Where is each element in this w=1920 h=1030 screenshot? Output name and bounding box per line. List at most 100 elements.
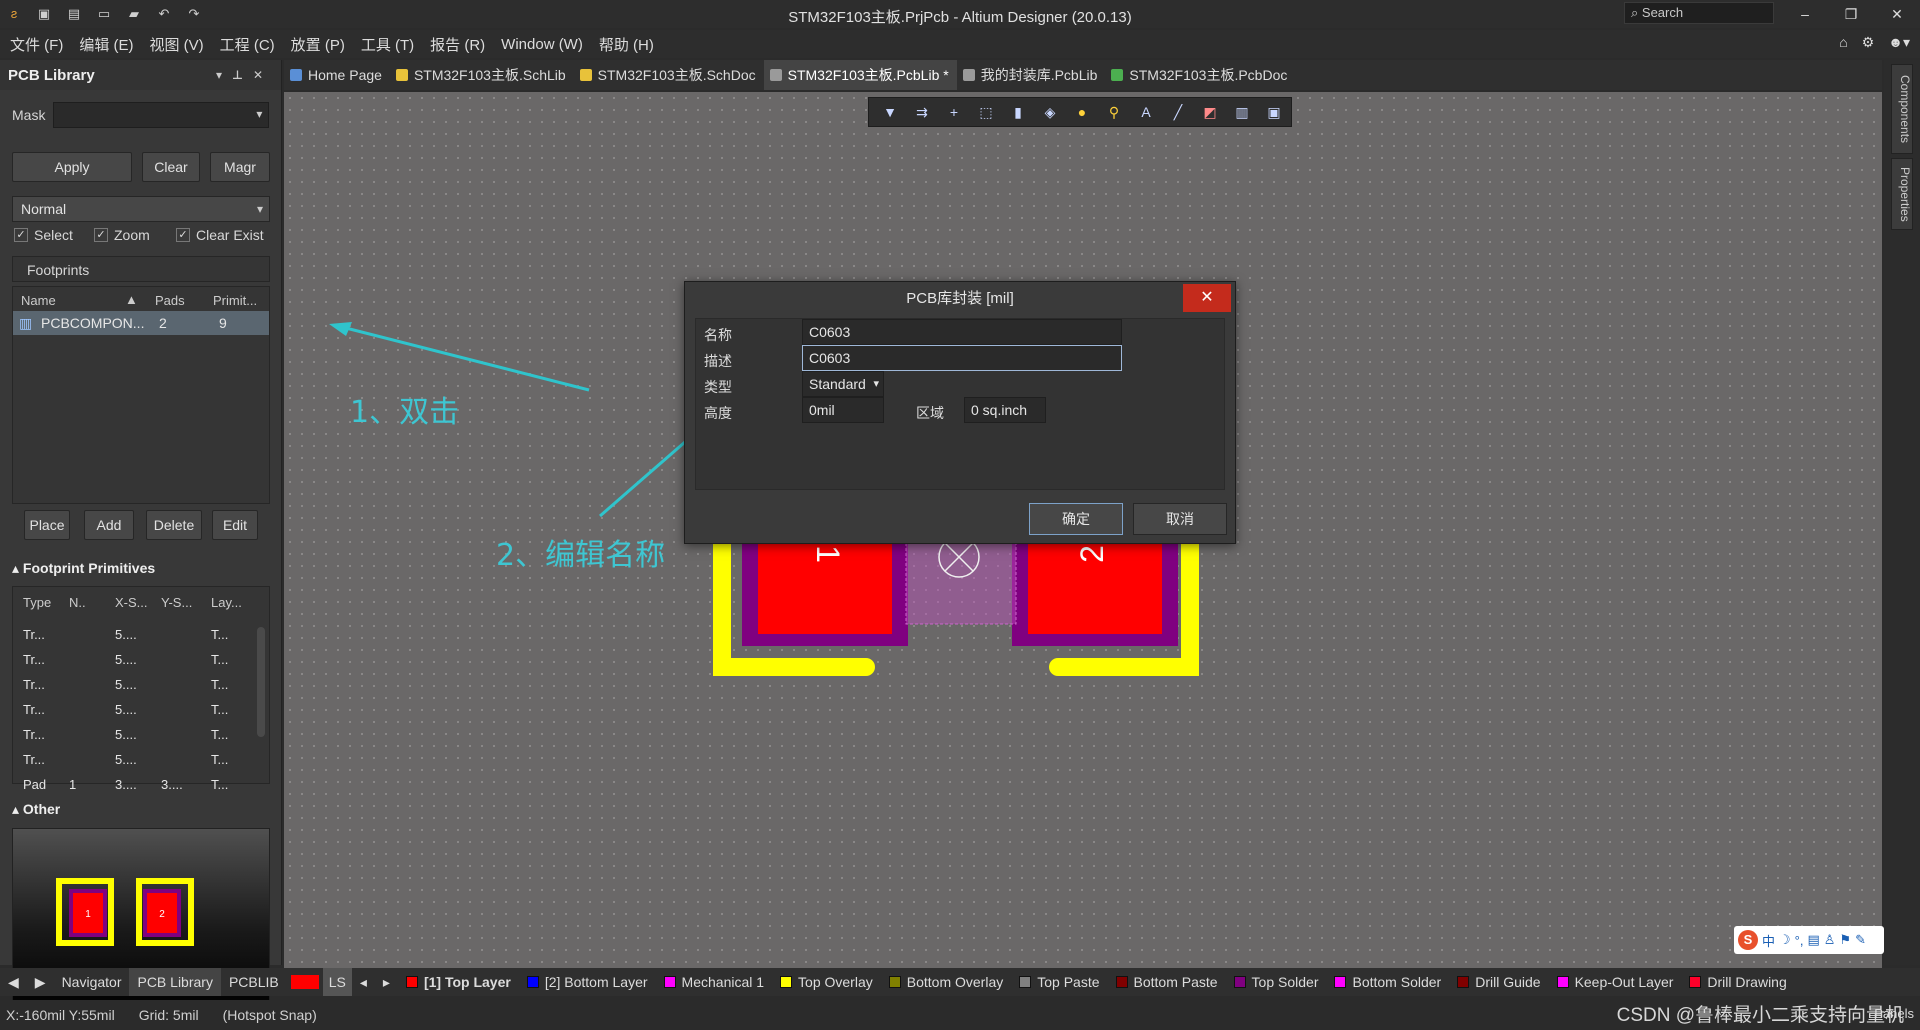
height-field[interactable]: 0mil xyxy=(802,397,884,423)
select-checkbox[interactable]: ✓ Select xyxy=(14,227,73,243)
layer-scroll-right-icon[interactable]: ▸ xyxy=(375,968,398,996)
gear-icon[interactable]: ⚙ xyxy=(1862,34,1875,51)
minimize-button[interactable]: – xyxy=(1782,0,1828,28)
cancel-button[interactable]: 取消 xyxy=(1133,503,1227,535)
punctuation-icon[interactable]: °, xyxy=(1795,933,1804,948)
delete-button[interactable]: Delete xyxy=(146,510,202,540)
save-all-icon[interactable]: ▤ xyxy=(66,6,82,22)
clear-existing-checkbox[interactable]: ✓ Clear Exist xyxy=(176,227,264,243)
ok-button[interactable]: 确定 xyxy=(1029,503,1123,535)
scroll-right-icon[interactable]: ▶ xyxy=(27,968,54,996)
apply-button[interactable]: Apply xyxy=(12,152,132,182)
description-field[interactable]: C0603 xyxy=(802,345,1122,371)
other-section-header[interactable]: ▴ Other xyxy=(12,801,60,818)
screen-icon[interactable]: ▣ xyxy=(1263,101,1285,123)
filter-icon[interactable]: ▼ xyxy=(879,101,901,123)
menu-project[interactable]: 工程 (C) xyxy=(220,34,275,55)
ime-mode-icon[interactable]: 中 xyxy=(1762,931,1775,950)
pad-icon[interactable]: ● xyxy=(1071,101,1093,123)
route-icon[interactable]: ⇉ xyxy=(911,101,933,123)
moon-icon[interactable]: ☽ xyxy=(1779,932,1791,948)
menu-help[interactable]: 帮助 (H) xyxy=(599,34,654,55)
primitives-section-header[interactable]: ▴ Footprint Primitives xyxy=(12,560,155,577)
layer-tab[interactable]: Drill Drawing xyxy=(1681,968,1794,996)
close-window-button[interactable]: ✕ xyxy=(1874,0,1920,28)
edit-button[interactable]: Edit xyxy=(212,510,258,540)
prim-col-name[interactable]: N.. xyxy=(69,595,86,610)
menu-window[interactable]: Window (W) xyxy=(501,36,583,53)
panels-button[interactable]: Panels xyxy=(1874,1006,1914,1021)
filter-mode-select[interactable]: Normal xyxy=(12,196,270,222)
sogou-icon[interactable]: S xyxy=(1738,930,1758,950)
close-panel-icon[interactable]: ✕ xyxy=(253,68,273,82)
menu-view[interactable]: 视图 (V) xyxy=(150,34,204,55)
wrench-icon[interactable]: ✎ xyxy=(1855,932,1866,948)
table-row[interactable]: Tr... 5.... T... xyxy=(13,750,253,772)
line-icon[interactable]: ╱ xyxy=(1167,101,1189,123)
menu-edit[interactable]: 编辑 (E) xyxy=(79,34,133,55)
open-project-icon[interactable]: ▰ xyxy=(126,6,142,22)
table-row[interactable]: ▥ PCBCOMPON... 2 9 xyxy=(13,311,269,335)
via-icon[interactable]: ⚲ xyxy=(1103,101,1125,123)
menu-reports[interactable]: 报告 (R) xyxy=(430,34,485,55)
prim-col-ysize[interactable]: Y-S... xyxy=(161,595,192,610)
col-name[interactable]: Name xyxy=(21,293,56,308)
undo-icon[interactable]: ↶ xyxy=(156,6,172,22)
layer-tab[interactable]: Top Solder xyxy=(1226,968,1327,996)
table-row[interactable]: Tr... 5.... T... xyxy=(13,700,253,722)
text-icon[interactable]: A xyxy=(1135,101,1157,123)
home-icon[interactable]: ⌂ xyxy=(1839,34,1847,51)
properties-tab[interactable]: Properties xyxy=(1891,158,1913,230)
document-tab[interactable]: STM32F103主板.PcbDoc xyxy=(1105,60,1295,90)
layer-tab[interactable]: Top Overlay xyxy=(772,968,881,996)
layer-tab[interactable]: Bottom Paste xyxy=(1108,968,1226,996)
document-tab[interactable]: STM32F103主板.SchDoc xyxy=(574,60,764,90)
layers-icon[interactable]: ◈ xyxy=(1039,101,1061,123)
primitives-scrollbar[interactable] xyxy=(257,627,265,737)
layer-tab[interactable]: Top Paste xyxy=(1011,968,1107,996)
save-icon[interactable]: ▣ xyxy=(36,6,52,22)
crosshair-icon[interactable]: + xyxy=(943,101,965,123)
document-tab[interactable]: STM32F103主板.SchLib xyxy=(390,60,574,90)
clear-button[interactable]: Clear xyxy=(142,152,200,182)
name-field[interactable]: C0603 xyxy=(802,319,1122,345)
table-row[interactable]: Pad 1 3.... 3.... T... xyxy=(13,775,253,797)
align-icon[interactable]: ▮ xyxy=(1007,101,1029,123)
pcb-library-tab[interactable]: PCB Library xyxy=(129,968,221,996)
region-icon[interactable]: ◩ xyxy=(1199,101,1221,123)
prim-col-layer[interactable]: Lay... xyxy=(211,595,242,610)
user-icon[interactable]: ☻▾ xyxy=(1888,34,1910,51)
keyboard-icon[interactable]: ▤ xyxy=(1807,932,1819,948)
navigator-tab[interactable]: Navigator xyxy=(54,968,130,996)
mask-input[interactable] xyxy=(53,102,270,128)
layer-tab[interactable]: Drill Guide xyxy=(1449,968,1548,996)
menu-tools[interactable]: 工具 (T) xyxy=(361,34,414,55)
layer-tab[interactable]: [1] Top Layer xyxy=(398,968,519,996)
pcblib-tab[interactable]: PCBLIB xyxy=(221,968,287,996)
maximize-button[interactable]: ❐ xyxy=(1828,0,1874,28)
ls-button[interactable]: LS xyxy=(322,968,352,996)
pin-icon[interactable]: ⊥ xyxy=(232,68,253,82)
menu-place[interactable]: 放置 (P) xyxy=(291,34,345,55)
shirt-icon[interactable]: ⚑ xyxy=(1839,932,1851,948)
type-select[interactable]: Standard ▾ xyxy=(802,371,884,397)
menu-file[interactable]: 文件 (F) xyxy=(10,34,63,55)
document-tab[interactable]: STM32F103主板.PcbLib * xyxy=(763,60,957,90)
prim-col-xsize[interactable]: X-S... xyxy=(115,595,148,610)
layer-tab[interactable]: [2] Bottom Layer xyxy=(519,968,656,996)
place-button[interactable]: Place xyxy=(24,510,70,540)
scroll-left-icon[interactable]: ◀ xyxy=(0,968,27,996)
layer-tab[interactable]: Bottom Overlay xyxy=(881,968,1011,996)
layer-tab[interactable]: Mechanical 1 xyxy=(656,968,773,996)
col-primitives[interactable]: Primit... xyxy=(213,293,257,308)
components-tab[interactable]: Components xyxy=(1891,64,1913,154)
redo-icon[interactable]: ↷ xyxy=(186,6,202,22)
col-pads[interactable]: Pads xyxy=(155,293,185,308)
layer-tab[interactable]: Bottom Solder xyxy=(1326,968,1449,996)
zoom-checkbox[interactable]: ✓ Zoom xyxy=(94,227,150,243)
current-layer-swatch[interactable] xyxy=(287,968,323,996)
add-button[interactable]: Add xyxy=(84,510,134,540)
table-row[interactable]: Tr... 5.... T... xyxy=(13,625,253,647)
table-row[interactable]: Tr... 5.... T... xyxy=(13,725,253,747)
open-icon[interactable]: ▭ xyxy=(96,6,112,22)
